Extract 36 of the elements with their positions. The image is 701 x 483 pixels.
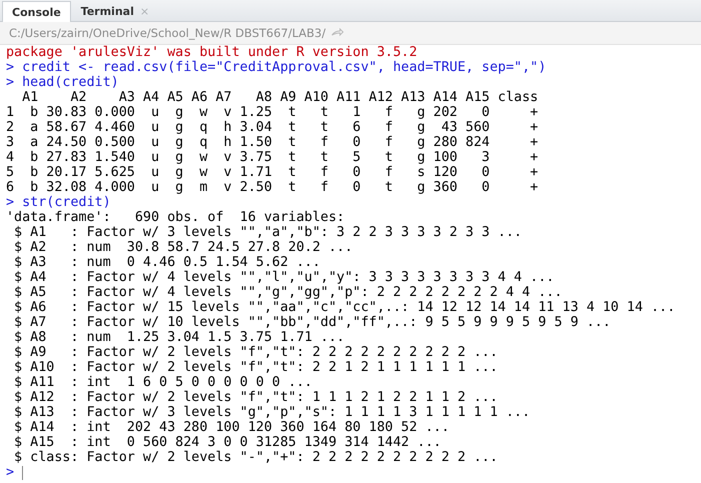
text-cursor[interactable] <box>22 466 24 480</box>
prompt-symbol: > <box>6 195 16 210</box>
output-line: $ A14 : int 202 43 280 100 120 360 164 80 180 52 ... <box>13 420 450 435</box>
command-line: str(credit) <box>22 195 111 210</box>
output-line: $ A3 : num 0 4.46 0.5 1.54 5.62 ... <box>13 255 320 270</box>
tab[interactable]: Terminal × <box>70 1 160 21</box>
output-line: $ A6 : Factor w/ 15 levels "","aa","c","cc",..: 14 12 12 14 14 11 13 4 10 14 ... <box>13 300 676 315</box>
prompt-symbol: > <box>6 75 16 90</box>
output-line: $ A13 : Factor w/ 3 levels "g","p","s": 1 1 1 1 3 1 1 1 1 1 ... <box>13 405 530 420</box>
command-line: head(credit) <box>22 75 119 90</box>
output-line: 5 b 20.17 5.625 u g w v 1.71 t f 0 f s 120 0 + <box>6 165 538 180</box>
output-line: 2 a 58.67 4.460 u g q h 3.04 t t 6 f g 43 560 + <box>6 120 538 135</box>
output-line: $ A4 : Factor w/ 4 levels "","l","u","y": 3 3 3 3 3 3 3 3 4 4 ... <box>13 270 554 285</box>
command-line: credit <- read.csv(file="CreditApproval.csv", head=TRUE, sep=",") <box>22 60 546 75</box>
prompt-symbol: > <box>6 60 16 75</box>
output-line: $ A1 : Factor w/ 3 levels "","a","b": 3 2 2 3 3 3 3 2 3 3 ... <box>13 225 522 240</box>
working-directory-path: C:/Users/zairn/OneDrive/School_New/R DBST667/LAB3/ <box>9 26 326 40</box>
output-line: $ A5 : Factor w/ 4 levels "","g","gg","p": 2 2 2 2 2 2 2 2 4 4 ... <box>13 285 562 300</box>
output-line: $ A12 : Factor w/ 2 levels "f","t": 1 1 1 2 1 2 2 1 1 2 ... <box>13 390 498 405</box>
output-line: 1 b 30.83 0.000 u g w v 1.25 t t 1 f g 202 0 + <box>6 105 538 120</box>
output-line: 3 a 24.50 0.500 u g q h 1.50 t f 0 f g 280 824 + <box>6 135 538 150</box>
output-line: $ A10 : Factor w/ 2 levels "f","t": 2 2 1 2 1 1 1 1 1 1 ... <box>13 360 498 375</box>
output-line: 'data.frame': 690 obs. of 16 variables: <box>6 210 345 225</box>
output-line: $ A9 : Factor w/ 2 levels "f","t": 2 2 2 2 2 2 2 2 2 2 ... <box>13 345 498 360</box>
output-line: A1 A2 A3 A4 A5 A6 A7 A8 A9 A10 A11 A12 A13 A14 A15 class <box>21 90 538 105</box>
output-line: $ A15 : int 0 560 824 3 0 0 31285 1349 314 1442 ... <box>13 435 442 450</box>
output-line: $ A7 : Factor w/ 10 levels "","bb","dd","ff",..: 9 5 5 9 9 9 5 9 5 9 ... <box>13 315 611 330</box>
output-line: 4 b 27.83 1.540 u g w v 3.75 t t 5 t g 100 3 + <box>6 150 538 165</box>
output-line: 6 b 32.08 4.000 u g m v 2.50 t f 0 t g 360 0 + <box>6 180 538 195</box>
tab[interactable]: Console <box>2 1 71 22</box>
output-line: $ A11 : int 1 6 0 5 0 0 0 0 0 0 ... <box>13 375 312 390</box>
output-line: $ class: Factor w/ 2 levels "-","+": 2 2 2 2 2 2 2 2 2 2 ... <box>13 450 498 465</box>
output-line: $ A8 : num 1.25 3.04 1.5 3.75 1.71 ... <box>13 330 345 345</box>
warning-message: package 'arulesViz' was built under R version 3.5.2 <box>6 45 418 60</box>
prompt-symbol: > <box>6 465 14 480</box>
output-line: $ A2 : num 30.8 58.7 24.5 27.8 20.2 ... <box>13 240 353 255</box>
